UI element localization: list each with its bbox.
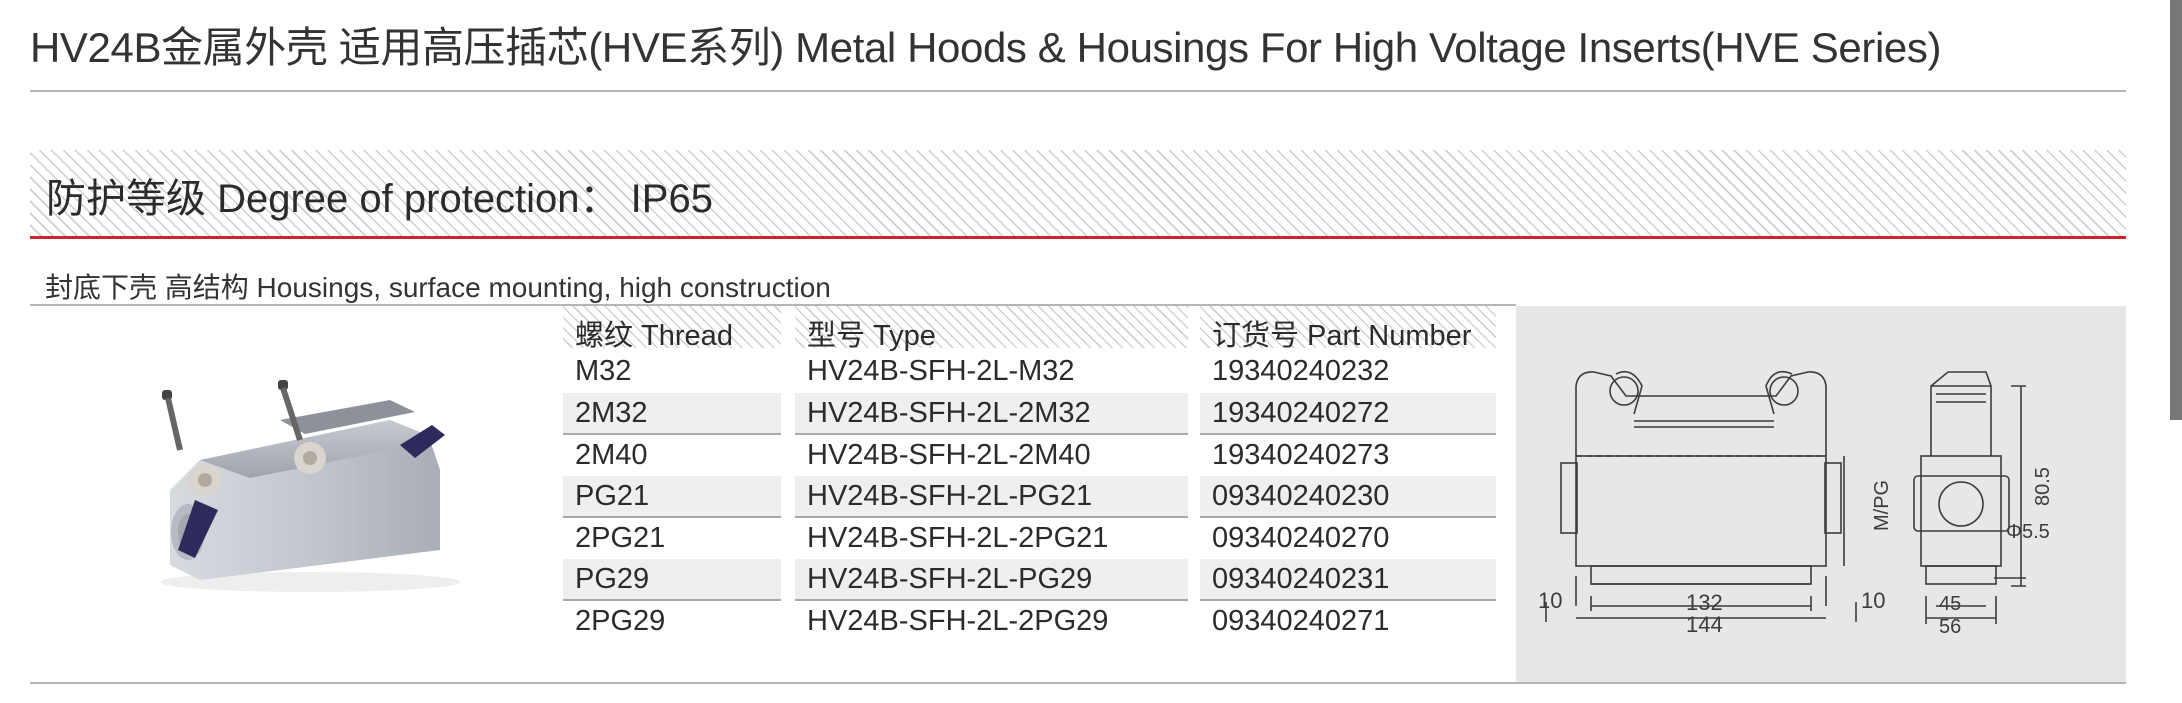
dim-phi-5-5: Φ5.5 xyxy=(2006,521,2050,543)
cell-part-number: 09340240270 xyxy=(1212,522,1390,554)
cell-thread: M32 xyxy=(575,355,632,387)
cell-type: HV24B-SFH-2L-2PG29 xyxy=(807,605,1109,637)
dim-45: 45 xyxy=(1939,593,1961,615)
protection-red-rule xyxy=(30,236,2126,239)
bottom-divider xyxy=(30,682,2126,684)
table-header-thread: 螺纹 Thread xyxy=(563,306,781,352)
cell-thread: 2PG21 xyxy=(575,522,666,554)
cell-type: HV24B-SFH-2L-2PG21 xyxy=(807,522,1109,554)
cell-part-number: 09340240230 xyxy=(1200,476,1496,518)
cell-part-number: 19340240273 xyxy=(1212,439,1390,471)
cell-type: HV24B-SFH-2L-PG21 xyxy=(795,476,1188,518)
dimension-drawing: 132 144 10 10 45 56 Φ5.5 80.5 M/PG xyxy=(1538,370,2054,638)
table-header-part-number: 订货号 Part Number xyxy=(1200,306,1496,352)
dim-10-right: 10 xyxy=(1861,588,1885,613)
cell-thread: 2PG29 xyxy=(575,605,666,637)
cell-type: HV24B-SFH-2L-2M40 xyxy=(807,439,1091,471)
cell-type: HV24B-SFH-2L-2M32 xyxy=(795,393,1188,435)
cell-thread: PG21 xyxy=(563,476,781,518)
title-divider xyxy=(30,90,2126,92)
cell-thread: PG29 xyxy=(563,559,781,601)
section-subtitle: 封底下壳 高结构 Housings, surface mounting, hig… xyxy=(45,272,831,303)
cell-part-number: 19340240272 xyxy=(1200,393,1496,435)
cell-part-number: 09340240271 xyxy=(1212,605,1390,637)
thread-label: M/PG xyxy=(1871,480,1893,531)
cell-type: HV24B-SFH-2L-PG29 xyxy=(795,559,1188,601)
technical-drawing-panel: 132 144 10 10 45 56 Φ5.5 80.5 M/PG xyxy=(1516,306,2126,682)
dim-56: 56 xyxy=(1939,616,1961,638)
cell-type: HV24B-SFH-2L-M32 xyxy=(807,355,1075,387)
cell-part-number: 19340240232 xyxy=(1212,355,1390,387)
cell-thread: 2M40 xyxy=(575,439,648,471)
protection-label: 防护等级 Degree of protection： IP65 xyxy=(46,177,713,221)
scrollbar[interactable] xyxy=(2170,0,2182,420)
dim-10-left: 10 xyxy=(1538,588,1562,613)
cell-thread: 2M32 xyxy=(563,393,781,435)
cell-part-number: 09340240231 xyxy=(1200,559,1496,601)
dim-80-5: 80.5 xyxy=(2032,467,2054,506)
product-photo xyxy=(160,380,460,592)
dim-144: 144 xyxy=(1686,612,1723,637)
page-title: HV24B金属外壳 适用高压插芯(HVE系列) Metal Hoods & Ho… xyxy=(30,24,1942,71)
protection-band: 防护等级 Degree of protection： IP65 xyxy=(30,150,2126,236)
table-header-type: 型号 Type xyxy=(795,306,1188,352)
